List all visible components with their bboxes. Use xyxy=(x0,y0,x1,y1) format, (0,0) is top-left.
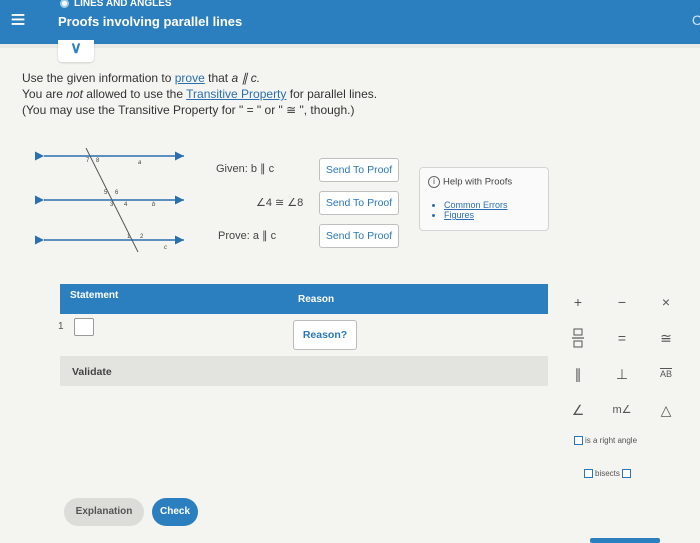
collapse-tab[interactable]: ∨ xyxy=(58,40,94,62)
template-box-icon xyxy=(621,469,631,478)
plus-key[interactable]: + xyxy=(564,290,592,314)
goal-expression: a ∥ c. xyxy=(231,71,261,85)
template-box-icon xyxy=(574,436,583,445)
figure-label: 2 xyxy=(140,234,144,240)
figure-label: 8 xyxy=(96,158,100,164)
help-panel: iHelp with Proofs Common Errors Figures xyxy=(419,167,549,231)
triangle-key[interactable]: △ xyxy=(652,398,680,422)
fraction-icon xyxy=(572,328,584,348)
figure-label: 4 xyxy=(124,202,128,208)
prove-link[interactable]: prove xyxy=(175,71,205,85)
send-to-proof-button-prove[interactable]: Send To Proof xyxy=(319,224,399,248)
instruction-not: not xyxy=(66,87,83,101)
given-label: Given: xyxy=(216,163,251,175)
fraction-key[interactable] xyxy=(564,326,592,350)
instruction-text: Use the given information to xyxy=(22,71,175,85)
figure-label: b xyxy=(152,202,156,208)
proof-table-header: Statement Reason xyxy=(60,284,548,314)
prove-label: Prove: xyxy=(218,230,253,242)
info-icon: i xyxy=(428,176,440,188)
right-angle-template[interactable]: is a right angle xyxy=(574,436,637,445)
edge-glyph: C xyxy=(691,12,700,28)
bisects-template[interactable]: bisects xyxy=(584,469,631,478)
hamburger-menu-icon[interactable]: ≡ xyxy=(6,6,30,34)
instruction-line-1: Use the given information to prove that … xyxy=(22,70,377,86)
template-box-icon xyxy=(584,469,593,478)
progress-dot-icon xyxy=(60,0,69,8)
validate-button[interactable]: Validate xyxy=(60,356,548,386)
common-errors-link[interactable]: Common Errors xyxy=(444,200,508,210)
reason-select-button[interactable]: Reason? xyxy=(293,320,357,350)
prove-expression: a ∥ c xyxy=(252,230,277,242)
instruction-text: that xyxy=(204,71,232,85)
transitive-property-link[interactable]: Transitive Property xyxy=(186,87,286,101)
top-bar: ≡ LINES AND ANGLES Proofs involving para… xyxy=(0,0,700,44)
instruction-line-3: (You may use the Transitive Property for… xyxy=(22,103,355,117)
minus-key[interactable]: − xyxy=(608,290,636,314)
row-number: 1 xyxy=(58,321,64,332)
times-key[interactable]: × xyxy=(652,290,680,314)
instruction-text: allowed to use the xyxy=(82,87,187,101)
segment-key[interactable]: AB xyxy=(652,362,680,386)
reason-header: Reason xyxy=(298,294,335,305)
send-to-proof-button-angles[interactable]: Send To Proof xyxy=(319,191,399,215)
bottom-bar xyxy=(590,538,660,543)
page-title: Proofs involving parallel lines xyxy=(58,14,243,29)
instruction-text: You are xyxy=(22,87,67,101)
bisects-label: bisects xyxy=(595,469,620,478)
given-expression: b ∥ c xyxy=(250,163,275,175)
instruction-line-2: You are not allowed to use the Transitiv… xyxy=(22,86,377,102)
instructions: Use the given information to prove that … xyxy=(22,70,377,118)
validate-label: Validate xyxy=(72,366,112,378)
chevron-down-icon: ∨ xyxy=(70,40,82,57)
right-angle-label: is a right angle xyxy=(585,436,638,445)
figure-label: 6 xyxy=(115,190,119,196)
perpendicular-key[interactable]: ⊥ xyxy=(608,362,636,386)
congruent-key[interactable]: ≅ xyxy=(652,326,680,350)
angles-statement: ∠4 ≅ ∠8 xyxy=(256,197,304,209)
help-title: i Help with Proofs xyxy=(428,176,512,188)
send-to-proof-button-given[interactable]: Send To Proof xyxy=(319,158,399,182)
symbol-palette: + − × = ≅ ∥ ⊥ AB ∠ m∠ △ is a right angle… xyxy=(560,286,688,496)
instruction-text: for parallel lines. xyxy=(286,87,378,101)
help-title-text: Help with Proofs xyxy=(443,176,513,188)
help-links: Common Errors Figures xyxy=(444,200,508,220)
figure-label: a xyxy=(138,160,142,166)
figures-link[interactable]: Figures xyxy=(444,210,508,220)
topic-row: LINES AND ANGLES xyxy=(60,0,172,9)
topic-label: LINES AND ANGLES xyxy=(74,0,172,9)
given-statement: Given: b ∥ c xyxy=(216,162,274,175)
check-button[interactable]: Check xyxy=(152,498,198,526)
statement-input[interactable] xyxy=(74,318,94,336)
measure-angle-key[interactable]: m∠ xyxy=(608,398,636,422)
prove-statement: Prove: a ∥ c xyxy=(218,229,276,242)
parallel-key[interactable]: ∥ xyxy=(564,362,592,386)
angle-key[interactable]: ∠ xyxy=(564,398,592,422)
statement-header: Statement xyxy=(70,290,119,301)
parallel-lines-figure: 7 8 a 5 6 3 4 b 1 2 c xyxy=(35,148,184,253)
explanation-button[interactable]: Explanation xyxy=(64,498,144,526)
equals-key[interactable]: = xyxy=(608,326,636,350)
figure-label: 7 xyxy=(86,158,90,164)
figure-label: c xyxy=(164,245,167,251)
